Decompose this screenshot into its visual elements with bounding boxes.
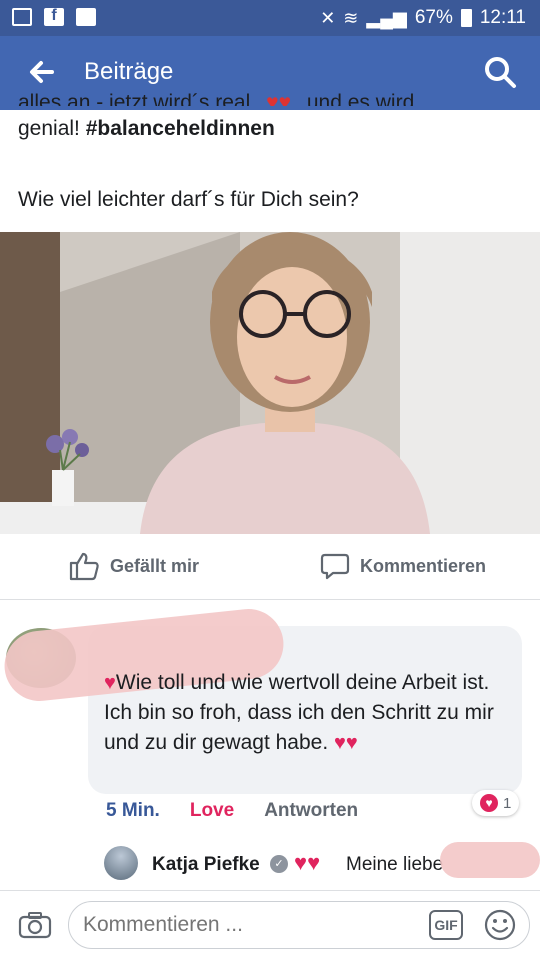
- folder-notification-icon: [76, 8, 96, 26]
- comment-button[interactable]: Kommentieren: [320, 551, 486, 581]
- image-notification-icon: [12, 8, 32, 26]
- page-title: Beiträge: [84, 58, 174, 85]
- reaction-count: 1: [503, 794, 512, 812]
- status-indicators: ✕ ≋ ▂▄▆ 67% 12:11: [320, 7, 526, 29]
- camera-icon[interactable]: [18, 911, 52, 939]
- signal-icon: ▂▄▆: [366, 7, 407, 28]
- like-label: Gefällt mir: [110, 555, 200, 576]
- post-text: alles an - jetzt wird´s real ♥♥ und es w…: [18, 91, 528, 144]
- smiley-icon[interactable]: [483, 908, 517, 942]
- facebook-notification-icon: f: [44, 8, 64, 26]
- video-frame: [0, 232, 540, 534]
- reaction-count-badge[interactable]: ♥ 1: [472, 790, 520, 816]
- reply-author-name[interactable]: Katja Piefke: [152, 854, 260, 876]
- hashtag-link[interactable]: #balanceheldinnen: [86, 117, 275, 140]
- speech-bubble-icon: [320, 553, 350, 580]
- battery-percent: 67%: [414, 7, 453, 28]
- author-badge-icon: ✓: [270, 855, 288, 873]
- notification-icons: f: [12, 8, 96, 26]
- reply-emojis: ♥♥: [294, 850, 321, 875]
- reply-text[interactable]: Meine liebe: [346, 854, 443, 876]
- battery-icon: [460, 9, 472, 27]
- post-video[interactable]: [0, 232, 540, 534]
- sparkling-heart-icon: ♥: [104, 672, 116, 694]
- post-text-line1: alles an - jetzt wird´s real: [18, 91, 251, 106]
- back-arrow-icon[interactable]: [24, 54, 60, 90]
- comment-input[interactable]: [81, 910, 405, 940]
- search-icon[interactable]: [482, 54, 518, 90]
- comment-composer: GIF: [0, 890, 540, 961]
- post-actions-bar: Gefällt mir Kommentieren: [0, 535, 540, 600]
- post-text-line2: genial!: [18, 117, 80, 140]
- post-question: Wie viel leichter darf´s für Dich sein?: [18, 188, 359, 211]
- comment-text: Wie toll und wie wertvoll deine Arbeit i…: [104, 671, 494, 754]
- clock: 12:11: [479, 7, 526, 28]
- like-button[interactable]: Gefällt mir: [68, 551, 199, 581]
- comment-label: Kommentieren: [360, 555, 487, 576]
- comment-text-block: ♥Wie toll und wie wertvoll deine Arbeit …: [104, 668, 514, 758]
- redacted-reply: [440, 842, 540, 878]
- love-reaction-icon: ♥: [480, 794, 498, 812]
- comment-input-field[interactable]: GIF: [68, 901, 530, 949]
- post-text-line1-end: und es wird: [306, 91, 415, 106]
- reply-avatar[interactable]: [104, 846, 138, 880]
- thumbs-up-icon: [69, 552, 99, 581]
- comment-time[interactable]: 5 Min.: [106, 800, 160, 822]
- reply-button[interactable]: Antworten: [264, 800, 358, 822]
- emoji-group: ♥♥: [266, 91, 292, 106]
- gif-button[interactable]: GIF: [429, 910, 463, 940]
- two-hearts-icon: ♥♥: [334, 732, 358, 754]
- comment-meta: 5 Min. Love Antworten: [106, 800, 358, 822]
- love-button[interactable]: Love: [190, 800, 234, 822]
- wifi-icon: ≋: [343, 7, 359, 28]
- mute-icon: ✕: [320, 7, 336, 28]
- status-bar: f ✕ ≋ ▂▄▆ 67% 12:11: [0, 0, 540, 36]
